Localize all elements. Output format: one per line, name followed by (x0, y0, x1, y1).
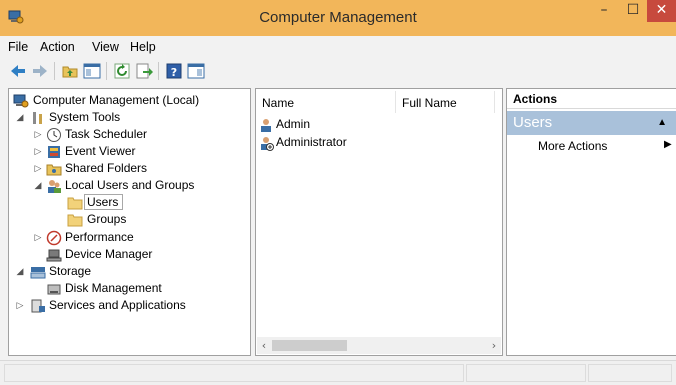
console-tree[interactable]: Computer Management (Local) ◢ System Too… (8, 88, 251, 356)
collapse-arrow-icon[interactable]: ▲ (657, 111, 667, 135)
forward-icon[interactable] (30, 61, 50, 81)
actions-pane: Actions Users ▲ More Actions ▶ (506, 88, 676, 356)
collapsed-arrow-icon[interactable]: ▷ (33, 143, 43, 160)
back-icon[interactable] (8, 61, 28, 81)
system-tools-icon (33, 112, 42, 124)
help-icon[interactable]: ? (164, 61, 184, 81)
tree-label: Users (87, 195, 119, 209)
expanded-arrow-icon[interactable]: ◢ (15, 109, 25, 126)
menu-action[interactable]: Action (40, 40, 75, 54)
tree-label: Shared Folders (65, 161, 148, 175)
shared-folder-icon (46, 164, 62, 176)
tree-label: Storage (49, 264, 92, 278)
event-viewer-icon (48, 146, 60, 158)
minimize-icon: – (600, 2, 608, 18)
horizontal-scrollbar[interactable]: ‹ › (257, 337, 501, 354)
collapsed-arrow-icon[interactable]: ▷ (33, 229, 43, 246)
refresh-icon[interactable] (112, 61, 132, 81)
tree-label: Computer Management (Local) (33, 93, 200, 107)
column-header-full-name[interactable]: Full Name (402, 96, 457, 110)
column-separator[interactable] (395, 91, 396, 113)
folder-icon (67, 214, 83, 227)
menu-file[interactable]: File (8, 40, 28, 54)
actions-header: Actions (507, 89, 676, 109)
tree-label: Disk Management (65, 281, 162, 295)
clock-icon (47, 128, 61, 142)
disk-management-icon (47, 284, 61, 295)
scroll-right-icon[interactable]: › (487, 337, 501, 354)
collapsed-arrow-icon[interactable]: ▷ (15, 297, 25, 314)
users-group-icon (48, 180, 61, 193)
status-cell (466, 364, 586, 382)
tree-label: System Tools (49, 110, 121, 124)
toolbar-separator (54, 62, 55, 80)
user-icon (261, 119, 271, 132)
toolbar-separator (158, 62, 159, 80)
status-cell (4, 364, 464, 382)
folder-icon (67, 197, 83, 210)
disabled-user-icon (261, 137, 274, 151)
maximize-icon: ☐ (626, 2, 640, 18)
minimize-button[interactable]: – (590, 0, 618, 22)
menu-bar: File Action View Help (0, 36, 676, 58)
storage-icon (30, 267, 46, 279)
show-hide-console-tree-icon[interactable] (82, 61, 102, 81)
scrollbar-thumb[interactable] (272, 340, 347, 351)
tree-label: Local Users and Groups (65, 178, 195, 192)
toolbar: ? (8, 58, 676, 84)
svg-text:?: ? (171, 66, 177, 79)
toolbar-separator (106, 62, 107, 80)
performance-icon (46, 230, 62, 246)
export-list-icon[interactable] (134, 61, 154, 81)
close-icon: ✕ (655, 2, 668, 18)
status-cell (588, 364, 672, 382)
column-header-name[interactable]: Name (262, 96, 294, 110)
more-actions-link[interactable]: More Actions (538, 139, 607, 153)
column-separator[interactable] (494, 91, 495, 113)
collapsed-arrow-icon[interactable]: ▷ (33, 126, 43, 143)
menu-help[interactable]: Help (130, 40, 156, 54)
device-manager-icon (46, 249, 62, 262)
tree-label: Device Manager (65, 247, 153, 261)
tree-label: Groups (87, 212, 127, 226)
results-list[interactable]: Name Full Name Admin Administrator ‹ › (255, 88, 503, 356)
computer-management-icon (13, 94, 29, 108)
user-name: Admin (276, 117, 311, 131)
show-hide-action-pane-icon[interactable] (186, 61, 206, 81)
expanded-arrow-icon[interactable]: ◢ (15, 263, 25, 280)
services-applications-icon (31, 299, 45, 313)
collapsed-arrow-icon[interactable]: ▷ (33, 160, 43, 177)
expanded-arrow-icon[interactable]: ◢ (33, 177, 43, 194)
actions-section-users[interactable]: Users ▲ (507, 111, 676, 135)
menu-view[interactable]: View (92, 40, 119, 54)
tree-label: Event Viewer (65, 144, 136, 158)
user-name: Administrator (276, 135, 347, 149)
tree-label: Task Scheduler (65, 127, 148, 141)
title-bar[interactable]: Computer Management – ☐ ✕ (0, 0, 676, 36)
scroll-left-icon[interactable]: ‹ (257, 337, 271, 354)
status-bar (0, 360, 676, 385)
maximize-button[interactable]: ☐ (619, 0, 647, 22)
window-title: Computer Management (259, 9, 417, 26)
actions-section-label: Users (513, 114, 553, 131)
tree-label: Performance (65, 230, 134, 244)
computer-management-window: Computer Management – ☐ ✕ File Action Vi… (0, 0, 676, 385)
submenu-arrow-icon[interactable]: ▶ (664, 139, 672, 150)
up-folder-icon[interactable] (60, 61, 80, 81)
close-button[interactable]: ✕ (647, 0, 676, 22)
tree-label: Services and Applications (49, 298, 186, 312)
